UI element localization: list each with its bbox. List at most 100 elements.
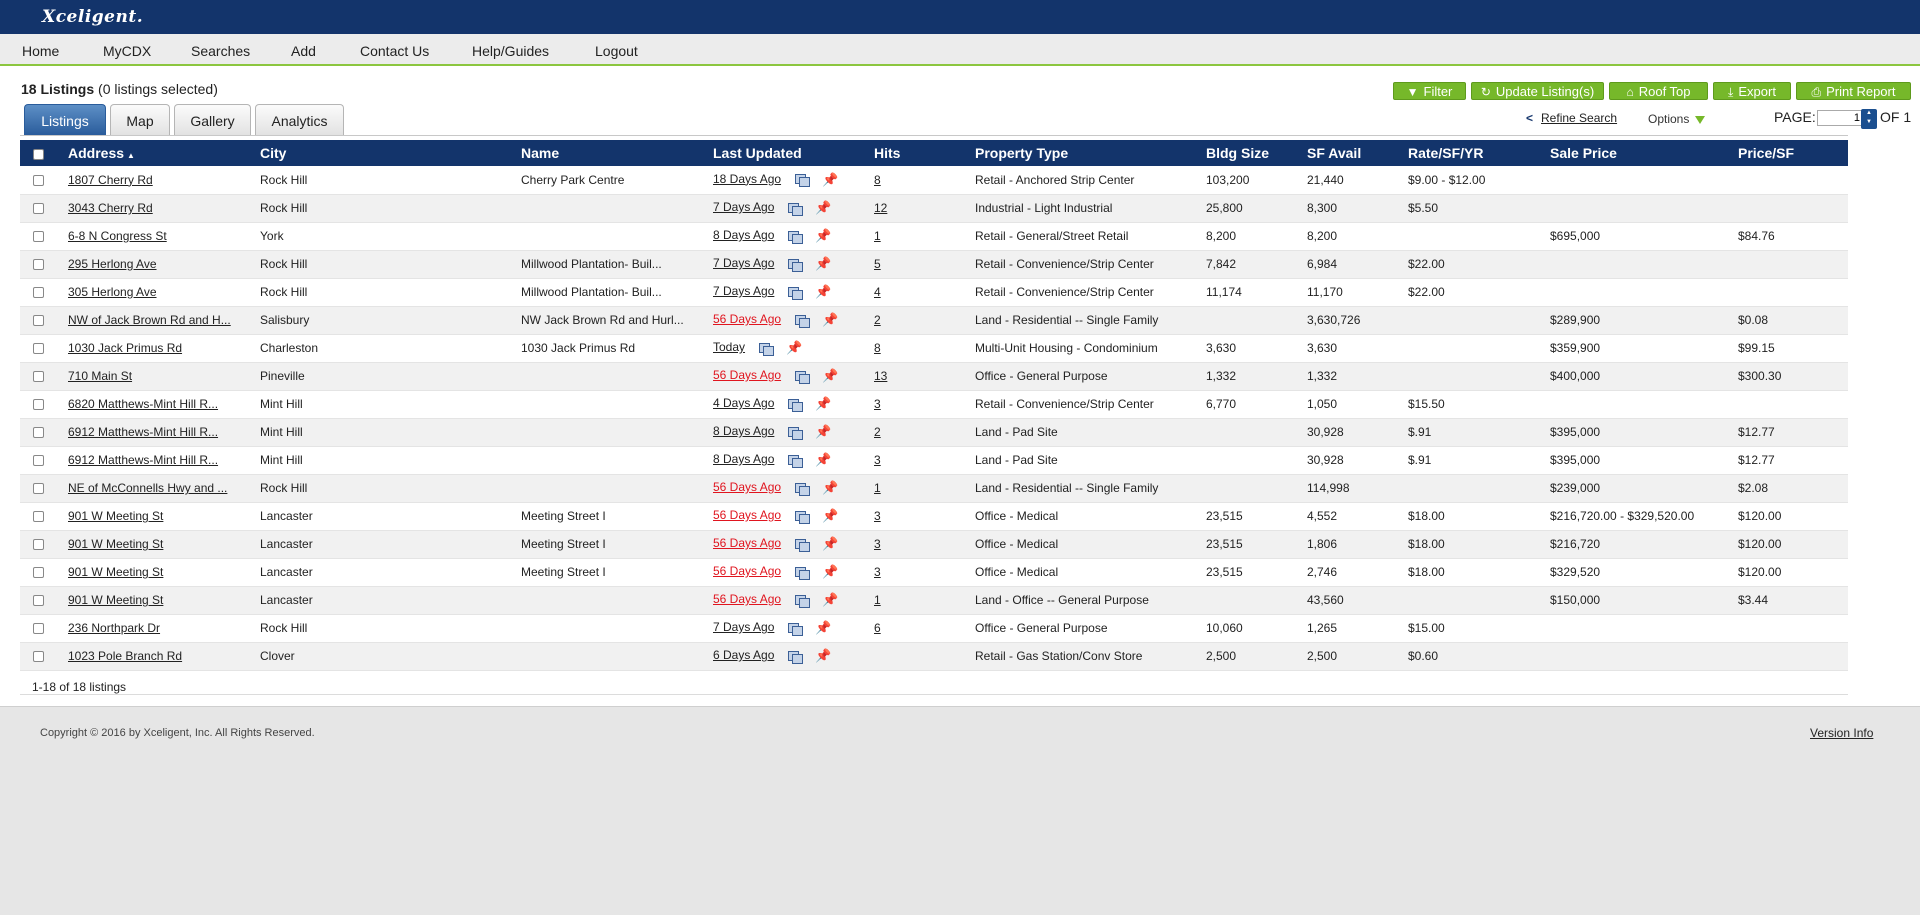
spin-down-icon[interactable]: ▼: [1861, 118, 1877, 127]
pushpin-icon[interactable]: 📌: [815, 424, 831, 440]
table-row[interactable]: 6-8 N Congress St York 8 Days Ago 📌 1 Retail …: [20, 222, 1848, 251]
last-updated-link[interactable]: 8 Days Ago: [713, 228, 774, 242]
hits-link[interactable]: 3: [874, 509, 881, 523]
refine-search-link[interactable]: < Refine Search: [1526, 111, 1617, 125]
last-updated-link[interactable]: 56 Days Ago: [713, 312, 781, 326]
row-checkbox[interactable]: [33, 483, 44, 495]
row-checkbox[interactable]: [33, 287, 44, 299]
table-row[interactable]: 1023 Pole Branch Rd Clover 6 Days Ago 📌 Reta…: [20, 642, 1848, 671]
table-row[interactable]: 6912 Matthews-Mint Hill R... Mint Hill 8 D…: [20, 418, 1848, 447]
row-checkbox[interactable]: [33, 175, 44, 187]
table-row[interactable]: NW of Jack Brown Rd and H... Salisbury NW …: [20, 306, 1848, 335]
spin-up-icon[interactable]: ▲: [1861, 109, 1877, 118]
copy-icon[interactable]: [788, 286, 804, 300]
address-link[interactable]: 1807 Cherry Rd: [68, 173, 153, 187]
page-spinner[interactable]: ▲ ▼: [1861, 109, 1877, 129]
copy-icon[interactable]: [788, 230, 804, 244]
col-sf-avail[interactable]: SF Avail: [1307, 140, 1408, 166]
address-link[interactable]: 6820 Matthews-Mint Hill R...: [68, 397, 218, 411]
address-link[interactable]: 236 Northpark Dr: [68, 621, 160, 635]
row-checkbox[interactable]: [33, 371, 44, 383]
pushpin-icon[interactable]: 📌: [822, 480, 838, 496]
hits-link[interactable]: 12: [874, 201, 887, 215]
hits-link[interactable]: 3: [874, 537, 881, 551]
hits-link[interactable]: 2: [874, 313, 881, 327]
copy-icon[interactable]: [788, 426, 804, 440]
pushpin-icon[interactable]: 📌: [815, 228, 831, 244]
row-checkbox[interactable]: [33, 651, 44, 663]
table-row[interactable]: 1807 Cherry Rd Rock Hill Cherry Park Centr…: [20, 166, 1848, 195]
nav-mycdx[interactable]: MyCDX: [103, 43, 151, 59]
pushpin-icon[interactable]: 📌: [822, 172, 838, 188]
address-link[interactable]: 710 Main St: [68, 369, 132, 383]
row-checkbox[interactable]: [33, 259, 44, 271]
col-city[interactable]: City: [260, 140, 521, 166]
table-row[interactable]: 6912 Matthews-Mint Hill R... Mint Hill 8 D…: [20, 446, 1848, 475]
last-updated-link[interactable]: Today: [713, 340, 745, 354]
last-updated-link[interactable]: 56 Days Ago: [713, 508, 781, 522]
copy-icon[interactable]: [795, 594, 811, 608]
row-checkbox[interactable]: [33, 539, 44, 551]
pushpin-icon[interactable]: 📌: [822, 368, 838, 384]
last-updated-link[interactable]: 56 Days Ago: [713, 480, 781, 494]
pushpin-icon[interactable]: 📌: [822, 508, 838, 524]
col-sale-price[interactable]: Sale Price: [1550, 140, 1738, 166]
nav-searches[interactable]: Searches: [191, 43, 250, 59]
last-updated-link[interactable]: 7 Days Ago: [713, 284, 774, 298]
row-checkbox[interactable]: [33, 567, 44, 579]
row-checkbox[interactable]: [33, 455, 44, 467]
address-link[interactable]: 295 Herlong Ave: [68, 257, 157, 271]
table-row[interactable]: 901 W Meeting St Lancaster Meeting Street …: [20, 558, 1848, 587]
tab-analytics[interactable]: Analytics: [255, 104, 344, 135]
table-row[interactable]: 901 W Meeting St Lancaster Meeting Street …: [20, 530, 1848, 559]
address-link[interactable]: 1023 Pole Branch Rd: [68, 649, 182, 663]
tab-map[interactable]: Map: [110, 104, 170, 135]
pushpin-icon[interactable]: 📌: [815, 620, 831, 636]
pushpin-icon[interactable]: 📌: [815, 648, 831, 664]
hits-link[interactable]: 3: [874, 565, 881, 579]
pushpin-icon[interactable]: 📌: [822, 312, 838, 328]
col-hits[interactable]: Hits: [874, 140, 975, 166]
copy-icon[interactable]: [788, 650, 804, 664]
last-updated-link[interactable]: 7 Days Ago: [713, 256, 774, 270]
copy-icon[interactable]: [795, 314, 811, 328]
nav-home[interactable]: Home: [22, 43, 59, 59]
col-bldg-size[interactable]: Bldg Size: [1206, 140, 1307, 166]
copy-icon[interactable]: [795, 510, 811, 524]
table-row[interactable]: 710 Main St Pineville 56 Days Ago 📌 13 Office…: [20, 362, 1848, 391]
update-listings-button[interactable]: ↻ Update Listing(s): [1471, 82, 1604, 100]
row-checkbox[interactable]: [33, 343, 44, 355]
hits-link[interactable]: 1: [874, 481, 881, 495]
hits-link[interactable]: 1: [874, 593, 881, 607]
table-row[interactable]: 295 Herlong Ave Rock Hill Millwood Plantat…: [20, 250, 1848, 279]
row-checkbox[interactable]: [33, 399, 44, 411]
row-checkbox[interactable]: [33, 511, 44, 523]
filter-button[interactable]: ▼ Filter: [1393, 82, 1466, 100]
hits-link[interactable]: 3: [874, 453, 881, 467]
address-link[interactable]: 901 W Meeting St: [68, 509, 163, 523]
last-updated-link[interactable]: 18 Days Ago: [713, 172, 781, 186]
table-row[interactable]: 236 Northpark Dr Rock Hill 7 Days Ago 📌 6 Off…: [20, 614, 1848, 643]
last-updated-link[interactable]: 56 Days Ago: [713, 564, 781, 578]
print-report-button[interactable]: ⎙ Print Report: [1796, 82, 1911, 100]
pushpin-icon[interactable]: 📌: [815, 284, 831, 300]
tab-gallery[interactable]: Gallery: [174, 104, 251, 135]
address-link[interactable]: 6912 Matthews-Mint Hill R...: [68, 425, 218, 439]
last-updated-link[interactable]: 8 Days Ago: [713, 424, 774, 438]
tab-listings[interactable]: Listings: [24, 104, 106, 135]
pushpin-icon[interactable]: 📌: [822, 564, 838, 580]
last-updated-link[interactable]: 56 Days Ago: [713, 536, 781, 550]
copy-icon[interactable]: [788, 622, 804, 636]
hits-link[interactable]: 3: [874, 397, 881, 411]
hits-link[interactable]: 1: [874, 229, 881, 243]
table-row[interactable]: 901 W Meeting St Lancaster Meeting Street …: [20, 502, 1848, 531]
row-checkbox[interactable]: [33, 315, 44, 327]
address-link[interactable]: 305 Herlong Ave: [68, 285, 157, 299]
address-link[interactable]: 901 W Meeting St: [68, 565, 163, 579]
nav-add[interactable]: Add: [291, 43, 316, 59]
table-row[interactable]: 6820 Matthews-Mint Hill R... Mint Hill 4 D…: [20, 390, 1848, 419]
options-dropdown[interactable]: Options: [1648, 112, 1706, 126]
copy-icon[interactable]: [788, 454, 804, 468]
row-checkbox[interactable]: [33, 203, 44, 215]
address-link[interactable]: 901 W Meeting St: [68, 593, 163, 607]
